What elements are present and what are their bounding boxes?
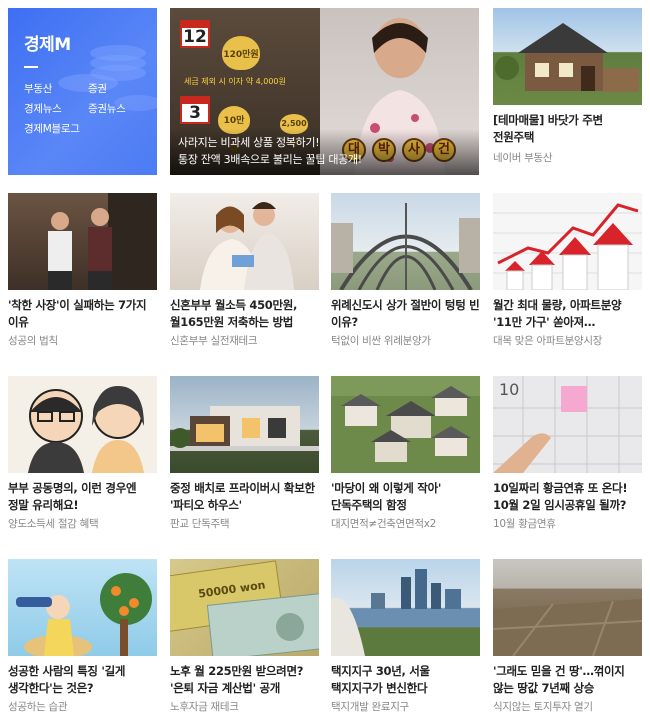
couple-illustration — [200, 202, 294, 290]
card-title: 10일짜리 황금연휴 또 온다! 10월 2일 임시공휴일 될까? — [493, 481, 628, 512]
news-card-golden-holiday[interactable]: 10 10일짜리 황금연휴 또 온다! 10월 2일 임시공휴일 될까? 10월… — [493, 376, 642, 536]
thumbnail-empty-land — [493, 559, 642, 656]
interest-overlay-text: 세금 제외 시 이자 약 4,000원 — [184, 77, 286, 86]
card-source: 신혼부부 실전재테크 — [170, 335, 258, 347]
card-source: 성공의 법칙 — [8, 335, 58, 347]
thumbnail-wirye-arcade — [331, 193, 480, 290]
news-card-yard-trap[interactable]: '마당이 왜 이렇게 작아' 단독주택의 함정 대지면적≠건축연면적x2 — [331, 376, 480, 536]
card-title: 월간 최대 물량, 아파트분양 '11만 가구' 쏟아져… — [493, 298, 622, 329]
card-source: 택지개발 완료지구 — [331, 701, 409, 713]
card-source: 성공하는 습관 — [8, 701, 68, 713]
news-card-success-trait[interactable]: 성공한 사람의 특징 '길게 생각한다'는 것은? 성공하는 습관 — [8, 559, 157, 719]
card-title: 신혼부부 월소득 450만원, 월165만원 저축하는 방법 — [170, 298, 298, 329]
card-source: 대목 맞은 아파트분양시장 — [493, 335, 603, 347]
thumbnail-kind-boss — [8, 193, 157, 290]
news-card-newlywed-savings[interactable]: 신혼부부 월소득 450만원, 월165만원 저축하는 방법 신혼부부 실전재테… — [170, 193, 319, 353]
cartoon-couple-illustration — [28, 386, 144, 473]
thumbnail-seaside-house — [493, 8, 642, 105]
rising-houses-graph — [493, 203, 642, 290]
thumbnail-rising-houses — [493, 193, 642, 290]
news-card-housing-district[interactable]: 택지지구 30년, 서울 택지지구가 변신한다 택지개발 완료지구 — [331, 559, 480, 719]
news-card-joint-ownership[interactable]: 부부 공동명의, 이런 경우엔 정말 유리해요! 양도소득세 절감 혜택 — [8, 376, 157, 536]
card-title: '마당이 왜 이렇게 작아' 단독주택의 함정 — [331, 481, 442, 512]
thumbnail-banknotes: 50000 won — [170, 559, 319, 656]
card-source: 대지면적≠건축연면적x2 — [331, 518, 437, 530]
news-card-wirye-shops[interactable]: 위례신도시 상가 절반이 텅텅 빈 이유? 턱없이 비싼 위례분양가 — [331, 193, 480, 353]
menu-title[interactable]: 경제M — [24, 30, 71, 55]
thumbnail-city-skyline — [331, 559, 480, 656]
banknotes-illustration — [170, 560, 319, 656]
card-source: 양도소득세 절감 혜택 — [8, 518, 99, 530]
card-title: 노후 월 225만원 받으려면? '은퇴 자금 계산법' 공개 — [170, 664, 304, 695]
modern-house-illustration — [170, 406, 319, 451]
card-title: '착한 사장'이 실패하는 7가지 이유 — [8, 298, 147, 329]
news-card-patio-house[interactable]: 중정 배치로 프라이버시 확보한 '파티오 하우스' 판교 단독주택 — [170, 376, 319, 536]
news-card-seaside-house[interactable]: [테마매물] 바닷가 주변 전원주택 네이버 부동산 — [493, 8, 642, 178]
house-illustration — [495, 23, 639, 92]
thumbnail-calendar: 10 — [493, 376, 642, 473]
menu-link-economy-news[interactable]: 경제뉴스 — [24, 101, 62, 116]
office-people-illustration — [48, 193, 157, 290]
card-source: 노후자금 재테크 — [170, 701, 239, 713]
menu-link-real-estate[interactable]: 부동산 — [24, 81, 52, 96]
land-illustration — [493, 599, 642, 656]
menu-title-underline — [24, 66, 38, 68]
economy-menu-panel: 경제M 부동산 증권 경제뉴스 증권뉴스 경제M블로그 — [8, 8, 157, 175]
feature-caption-line1: 사라지는 비과세 상품 정복하기! — [178, 136, 320, 149]
card-title: '그래도 믿을 건 땅'…꺾이지 않는 땅값 7년째 상승 — [493, 664, 625, 695]
telescope-man-illustration — [16, 573, 152, 656]
menu-link-economy-blog[interactable]: 경제M블로그 — [24, 121, 80, 136]
card-source: 판교 단독주택 — [170, 518, 230, 530]
card-title: 부부 공동명의, 이런 경우엔 정말 유리해요! — [8, 481, 137, 512]
money-bag-large: 120만원 — [222, 36, 260, 70]
thumbnail-telescope-cartoon — [8, 559, 157, 656]
card-source: 턱없이 비싼 위례분양가 — [331, 335, 431, 347]
menu-link-stocks[interactable]: 증권 — [88, 81, 107, 96]
featured-video-card[interactable]: 12 3 120만원 10만 원 2,500원 세금 제외 시 이자 약 4,0… — [170, 8, 479, 175]
thumbnail-couple-cartoon — [8, 376, 157, 473]
thumbnail-newlywed-couple — [170, 193, 319, 290]
city-skyline-illustration — [331, 569, 461, 656]
feature-caption-line2: 통장 잔액 3배속으로 불리는 꿀팁 대공개! — [178, 153, 362, 166]
aerial-houses-illustration — [331, 376, 480, 462]
card-title: 택지지구 30년, 서울 택지지구가 변신한다 — [331, 664, 430, 695]
card-title: 성공한 사람의 특징 '길게 생각한다'는 것은? — [8, 664, 126, 695]
calendar-month-number: 10 — [499, 380, 520, 399]
thumbnail-patio-house — [170, 376, 319, 473]
card-title: 중정 배치로 프라이버시 확보한 '파티오 하우스' — [170, 481, 315, 512]
arch-structure-illustration — [331, 203, 480, 290]
card-source: 10월 황금연휴 — [493, 518, 556, 530]
calendar-card-bottom: 3 — [180, 96, 210, 124]
news-card-apartment-supply[interactable]: 월간 최대 물량, 아파트분양 '11만 가구' 쏟아져… 대목 맞은 아파트분… — [493, 193, 642, 353]
news-card-land-price[interactable]: '그래도 믿을 건 땅'…꺾이지 않는 땅값 7년째 상승 식지않는 토지투자 … — [493, 559, 642, 719]
card-source: 네이버 부동산 — [493, 152, 553, 164]
calendar-card-top: 12 — [180, 20, 210, 48]
card-source: 식지않는 토지투자 열기 — [493, 701, 593, 713]
menu-link-stock-news[interactable]: 증권뉴스 — [88, 101, 126, 116]
thumbnail-housing-complex — [331, 376, 480, 473]
news-card-retirement[interactable]: 50000 won 노후 월 225만원 받으려면? '은퇴 자금 계산법' 공… — [170, 559, 319, 719]
news-card-kind-boss[interactable]: '착한 사장'이 실패하는 7가지 이유 성공의 법칙 — [8, 193, 157, 353]
card-title: 위례신도시 상가 절반이 텅텅 빈 이유? — [331, 298, 480, 329]
card-title: [테마매물] 바닷가 주변 전원주택 — [493, 113, 603, 144]
